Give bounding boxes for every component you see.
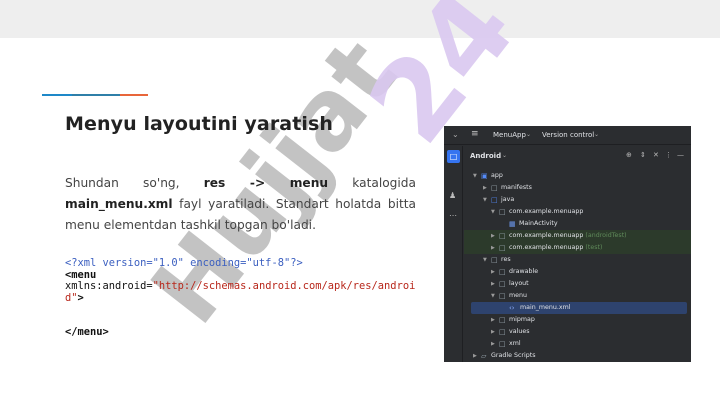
chevron-down-icon: ▼	[483, 257, 487, 263]
code-line-xml-decl: <?xml version="1.0" encoding="utf-8"?>	[65, 257, 303, 269]
tree-item-values[interactable]: ▶ □ values	[464, 326, 691, 338]
tree-item-main-menu-xml[interactable]: ‹› main_menu.xml	[471, 302, 687, 314]
chevron-right-icon: ▶	[491, 233, 495, 239]
more-horizontal-icon[interactable]: ⋯	[449, 211, 457, 220]
folder-icon: □	[499, 328, 506, 336]
chevron-right-icon: ▶	[491, 341, 495, 347]
tree-item-layout[interactable]: ▶ □ layout	[464, 278, 691, 290]
tree-item-mipmap[interactable]: ▶ □ mipmap	[464, 314, 691, 326]
project-pane-header: Android ⌄ ⊕ ⇕ ✕ ⋮ —	[464, 146, 691, 166]
collapse-icon[interactable]: ✕	[653, 151, 659, 159]
folder-icon: □	[491, 196, 498, 204]
project-tree: ▼ ▣ app ▶ □ manifests ▼ □ java ▼ □ com.e…	[464, 170, 691, 362]
tree-item-mainactivity[interactable]: ▦ MainActivity	[464, 218, 691, 230]
tree-item-xml[interactable]: ▶ □ xml	[464, 338, 691, 350]
more-icon[interactable]: ⋮	[665, 151, 672, 159]
chevron-right-icon: ▶	[491, 245, 495, 251]
tree-item-res[interactable]: ▼ □ res	[464, 254, 691, 266]
folder-icon: □	[499, 340, 506, 348]
minimize-icon[interactable]: —	[677, 151, 684, 159]
xml-file-icon: ‹›	[509, 304, 515, 312]
ide-toolbar: ⌄ ≡ MenuApp ⌄ Version control ⌄	[444, 126, 691, 145]
chevron-right-icon: ▶	[491, 281, 495, 287]
package-icon: □	[499, 208, 506, 216]
chevron-right-icon: ▶	[491, 317, 495, 323]
project-folder-icon[interactable]: □	[447, 150, 460, 163]
people-icon[interactable]: ♟	[449, 191, 456, 200]
target-icon[interactable]: ⊕	[626, 151, 632, 159]
code-tag-end: >	[77, 291, 84, 304]
module-icon: ▣	[481, 172, 488, 180]
code-line-xmlns: xmlns:android="http://schemas.android.co…	[65, 280, 417, 293]
chevron-down-icon: ⌄	[502, 152, 508, 159]
code-attr-value-end: d"	[65, 291, 78, 304]
chevron-right-icon: ▶	[483, 185, 487, 191]
slide-title: Menyu layoutini yaratish	[65, 113, 334, 135]
tree-item-manifests[interactable]: ▶ □ manifests	[464, 182, 691, 194]
tree-item-gradle-scripts[interactable]: ▶ ▱ Gradle Scripts	[464, 350, 691, 362]
package-icon: □	[499, 232, 506, 240]
project-pane: Android ⌄ ⊕ ⇕ ✕ ⋮ — ▼ ▣ app ▶ □ manifest…	[464, 146, 691, 362]
tree-item-package[interactable]: ▼ □ com.example.menuapp	[464, 206, 691, 218]
kotlin-class-icon: ▦	[509, 220, 516, 228]
code-line-xmlns-end: d">	[65, 291, 417, 305]
code-attr: xmlns:android=	[65, 280, 153, 292]
chevron-down-icon: ⌄	[526, 131, 532, 138]
chevron-down-icon: ⌄	[594, 131, 600, 138]
tree-item-drawable[interactable]: ▶ □ drawable	[464, 266, 691, 278]
chevron-down-icon: ▼	[483, 197, 487, 203]
folder-icon: □	[491, 184, 498, 192]
chevron-down-icon: ▼	[491, 293, 495, 299]
folder-icon: □	[499, 292, 506, 300]
tool-window-rail: □ ♟ ⋯	[444, 146, 463, 362]
top-band	[0, 0, 720, 38]
code-blank	[65, 304, 417, 327]
chevron-right-icon: ▶	[473, 353, 477, 359]
tree-item-package-test[interactable]: ▶ □ com.example.menuapp (test)	[464, 242, 691, 254]
chevron-down-icon: ▼	[491, 209, 495, 215]
para-text-1: Shundan so'ng,	[65, 176, 204, 190]
accent-line-blue	[42, 94, 72, 96]
chevron-down-icon: ▼	[473, 173, 477, 179]
view-selector[interactable]: Android	[470, 152, 501, 160]
ide-screenshot: ⌄ ≡ MenuApp ⌄ Version control ⌄ □ ♟ ⋯ An…	[444, 126, 691, 362]
slide-paragraph: Shundan so'ng, res -> menu katalogida ma…	[65, 173, 416, 236]
project-selector[interactable]: MenuApp	[493, 131, 526, 139]
gradle-icon: ▱	[481, 352, 487, 360]
tree-item-java[interactable]: ▼ □ java	[464, 194, 691, 206]
tree-item-menu[interactable]: ▼ □ menu	[464, 290, 691, 302]
accent-line-teal	[72, 94, 120, 96]
para-bold-res-menu: res -> menu	[203, 176, 329, 190]
para-bold-main-menu: main_menu.xml	[65, 197, 173, 211]
res-folder-icon: □	[491, 256, 498, 264]
folder-icon: □	[499, 280, 506, 288]
vcs-selector[interactable]: Version control	[542, 131, 594, 139]
chevron-down-icon[interactable]: ⌄	[452, 130, 459, 139]
hamburger-icon[interactable]: ≡	[471, 129, 479, 139]
code-attr-value: "http://schemas.android.com/apk/res/andr…	[152, 280, 416, 292]
chevron-right-icon: ▶	[491, 269, 495, 275]
folder-icon: □	[499, 316, 506, 324]
chevron-right-icon: ▶	[491, 329, 495, 335]
package-icon: □	[499, 244, 506, 252]
code-line-menu-close: </menu>	[65, 326, 109, 338]
tree-item-app[interactable]: ▼ ▣ app	[464, 170, 691, 182]
accent-line-orange	[120, 94, 148, 96]
code-block: <?xml version="1.0" encoding="utf-8"?> <…	[65, 257, 417, 339]
tree-item-package-androidtest[interactable]: ▶ □ com.example.menuapp (androidTest)	[464, 230, 691, 242]
para-text-2: katalogida	[328, 176, 417, 190]
folder-icon: □	[499, 268, 506, 276]
expand-icon[interactable]: ⇕	[640, 151, 646, 159]
